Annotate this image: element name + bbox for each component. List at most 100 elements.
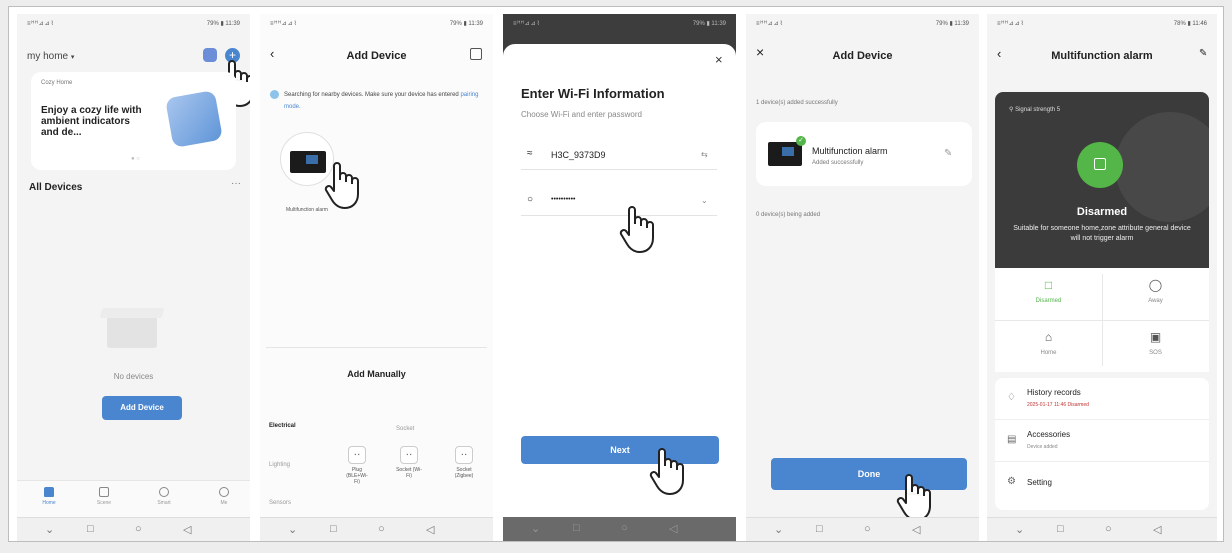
phone-add-device: ≡ᴴᴴ⊿⊿⌇ 79% ▮ 11:39 ‹ Add Device Searchin… [260,14,493,541]
accessories-item[interactable]: ▤ Accessories Device added [995,420,1209,462]
status-bar: ≡ᴴᴴ⊿⊿⌇ 78% ▮ 11:46 [997,21,1207,27]
assistant-icon[interactable] [203,48,217,62]
nav-back-triangle-icon[interactable]: ◁ [669,522,677,535]
system-nav-bar: ⌄ □ ○ ◁ [746,517,979,541]
shield-icon: ◯ [1148,278,1163,292]
nav-back-triangle-icon[interactable]: ◁ [912,523,920,536]
hand-pointer-icon [619,206,654,253]
home-selector[interactable]: my home ▾ [27,51,74,62]
lock-icon: ○ [527,194,534,205]
plug-icon: ▪ ▪ [348,446,366,464]
system-nav-bar: ⌄ □ ○ ◁ [503,517,736,541]
close-icon[interactable]: × [715,52,723,67]
mode-sos[interactable]: ▣ SOS [1102,330,1209,356]
added-device-card[interactable]: ✓ Multifunction alarm Added successfully… [756,122,972,186]
scan-icon[interactable] [470,48,482,60]
phone-wifi: ≡ᴴᴴ⊿⊿⌇ 79% ▮ 11:39 × Enter Wi-Fi Informa… [503,14,736,541]
nav-back-icon[interactable]: ⌄ [531,522,540,535]
home-icon: ⌂ [1044,330,1053,344]
home-icon [44,487,54,497]
nav-recent-icon[interactable]: □ [330,523,337,535]
next-button[interactable]: Next [521,436,719,464]
mode-disarmed[interactable]: □ Disarmed [995,278,1102,304]
product-plug[interactable]: ▪ ▪ Plug (BLE+Wi-Fi) [344,446,370,485]
system-nav-bar: ⌄ □ ○ ◁ [987,517,1217,541]
setting-item[interactable]: ⚙ Setting [995,462,1209,504]
add-manually-title: Add Manually [347,369,406,379]
house-illustration [165,90,223,148]
page-title: Add Device [346,50,407,62]
hand-pointer-icon [649,448,684,495]
no-devices-text: No devices [113,372,154,381]
edit-icon[interactable]: ✎ [1199,48,1207,59]
accessories-icon: ▤ [1007,434,1017,445]
page-title: Enter Wi-Fi Information [521,86,665,101]
nav-back-triangle-icon[interactable]: ◁ [183,523,191,536]
page-title: Add Device [832,50,893,62]
check-badge-icon: ✓ [796,136,806,146]
nav-home-icon[interactable]: ○ [864,523,871,535]
switch-wifi-icon[interactable]: ⇆ [701,150,708,159]
nav-home-icon[interactable]: ○ [378,523,385,535]
being-added-text: 0 device(s) being added [756,212,821,218]
tab-smart[interactable]: Smart [149,487,179,506]
category-sensors[interactable]: Sensors [269,500,291,506]
nav-back-icon[interactable]: ⌄ [1015,523,1024,536]
alarm-state: Disarmed [1076,206,1128,218]
wifi-ssid-field[interactable]: ≈ H3C_9373D9 ⇆ [521,142,717,170]
nav-home-icon[interactable]: ○ [1105,523,1112,535]
nav-recent-icon[interactable]: □ [1057,523,1064,535]
alarm-status-panel: ⚲ Signal strength 5 Disarmed Suitable fo… [995,92,1209,268]
product-socket-zigbee[interactable]: ▪ ▪ Socket (Zigbee) [450,446,478,479]
all-devices-title: All Devices [29,182,83,193]
mode-grid: □ Disarmed ◯ Away ⌂ Home ▣ SOS [995,268,1209,372]
system-nav-bar: ⌄ □ ○ ◁ [260,517,493,541]
divider [266,347,487,348]
nav-back-icon[interactable]: ⌄ [774,523,783,536]
chevron-down-icon: ▾ [70,54,75,61]
category-electrical[interactable]: Electrical [269,423,296,429]
more-icon[interactable]: ··· [231,178,241,189]
socket-header: Socket [396,426,415,432]
cozy-home-card[interactable]: Cozy Home Enjoy a cozy life with ambient… [31,72,236,170]
nav-back-icon[interactable]: ⌄ [288,523,297,536]
nav-back-triangle-icon[interactable]: ◁ [1153,523,1161,536]
empty-box-illustration [99,300,165,348]
wifi-icon: ≈ [527,148,533,159]
status-bar: ≡ᴴᴴ⊿⊿⌇ 79% ▮ 11:39 [756,21,969,27]
gear-icon: ⚙ [1007,476,1016,487]
nav-recent-icon[interactable]: □ [573,522,580,534]
tab-me[interactable]: Me [209,487,239,506]
phone-added: ≡ᴴᴴ⊿⊿⌇ 79% ▮ 11:39 × Add Device 1 device… [746,14,979,541]
product-socket-wifi[interactable]: ▪ ▪ Socket (Wi-Fi) [396,446,422,479]
carousel-dots: ● ○ [131,156,140,162]
mode-away[interactable]: ◯ Away [1102,278,1209,304]
nav-home-icon[interactable]: ○ [621,522,628,534]
signal-icon: ⚲ [1009,107,1014,113]
nav-back-icon[interactable]: ⌄ [45,523,54,536]
wifi-sheet: × Enter Wi-Fi Information Choose Wi-Fi a… [503,44,736,518]
nav-back-triangle-icon[interactable]: ◁ [426,523,434,536]
done-button[interactable]: Done [771,458,967,490]
history-records-item[interactable]: ♢ History records 2025-01-17 11:46 Disar… [995,378,1209,420]
bottom-tab-bar: Home Scene Smart Me [17,480,250,518]
mode-home[interactable]: ⌂ Home [995,330,1102,356]
chevron-down-icon[interactable]: ⌄ [701,196,708,205]
nav-recent-icon[interactable]: □ [87,523,94,535]
nav-recent-icon[interactable]: □ [816,523,823,535]
edit-icon[interactable]: ✎ [944,148,952,159]
signal-strength: ⚲ Signal strength 5 [1009,107,1061,113]
added-count: 1 device(s) added successfully [756,100,838,106]
disarm-toggle[interactable] [1077,142,1123,188]
tutorial-frame: ≡ᴴᴴ⊿⊿⌇ 79% ▮ 11:39 my home ▾ + Cozy Home… [8,6,1224,542]
status-bar: ≡ᴴᴴ⊿⊿⌇ 79% ▮ 11:39 [27,21,240,27]
tab-scene[interactable]: Scene [89,487,119,506]
page-title: Multifunction alarm [1051,50,1153,62]
sos-icon: ▣ [1149,330,1162,344]
nav-home-icon[interactable]: ○ [135,523,142,535]
smart-icon [159,487,169,497]
phone-alarm: ≡ᴴᴴ⊿⊿⌇ 78% ▮ 11:46 ‹ Multifunction alarm… [987,14,1217,541]
category-lighting[interactable]: Lighting [269,462,290,468]
tab-home[interactable]: Home [34,487,64,506]
add-device-button[interactable]: Add Device [102,396,182,420]
